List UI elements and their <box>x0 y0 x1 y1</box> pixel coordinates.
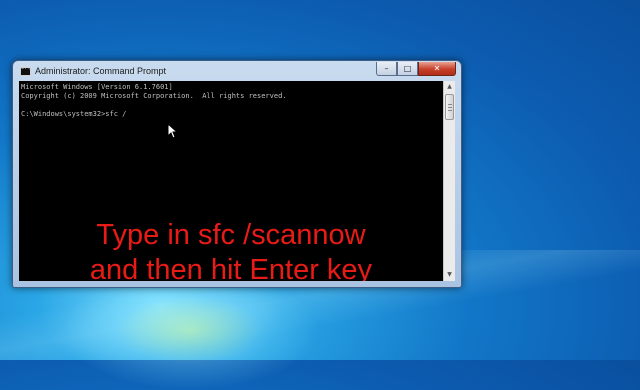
scroll-down-icon[interactable]: ▼ <box>444 269 455 281</box>
command-prompt-line: C:\Windows\system32>sfc / <box>21 110 127 118</box>
desktop-glow <box>60 270 320 390</box>
grip-line <box>448 110 452 111</box>
minimize-button[interactable]: – <box>376 62 397 76</box>
title-bar[interactable]: Administrator: Command Prompt – □ ✕ <box>13 61 461 81</box>
console-line: Copyright (c) 2009 Microsoft Corporation… <box>21 92 287 100</box>
scroll-thumb[interactable] <box>445 94 454 120</box>
console-line: Microsoft Windows [Version 6.1.7601] <box>21 83 173 91</box>
grip-line <box>448 107 452 108</box>
maximize-button[interactable]: □ <box>397 62 418 76</box>
scroll-up-icon[interactable]: ▲ <box>444 81 455 93</box>
cmd-icon[interactable] <box>20 65 31 76</box>
caption-buttons: – □ ✕ <box>376 62 456 78</box>
window-title: Administrator: Command Prompt <box>35 66 167 76</box>
close-button[interactable]: ✕ <box>418 62 456 76</box>
instruction-line-2: and then hit Enter key <box>89 254 373 281</box>
command-prompt-window[interactable]: Administrator: Command Prompt – □ ✕ Micr… <box>12 60 462 288</box>
vertical-scrollbar[interactable]: ▲ ▼ <box>443 81 455 281</box>
grip-line <box>448 104 452 105</box>
console-output[interactable]: Microsoft Windows [Version 6.1.7601] Cop… <box>19 81 443 281</box>
instruction-line-1: Type in sfc /scannow <box>96 219 366 251</box>
mouse-pointer-icon <box>168 124 178 139</box>
